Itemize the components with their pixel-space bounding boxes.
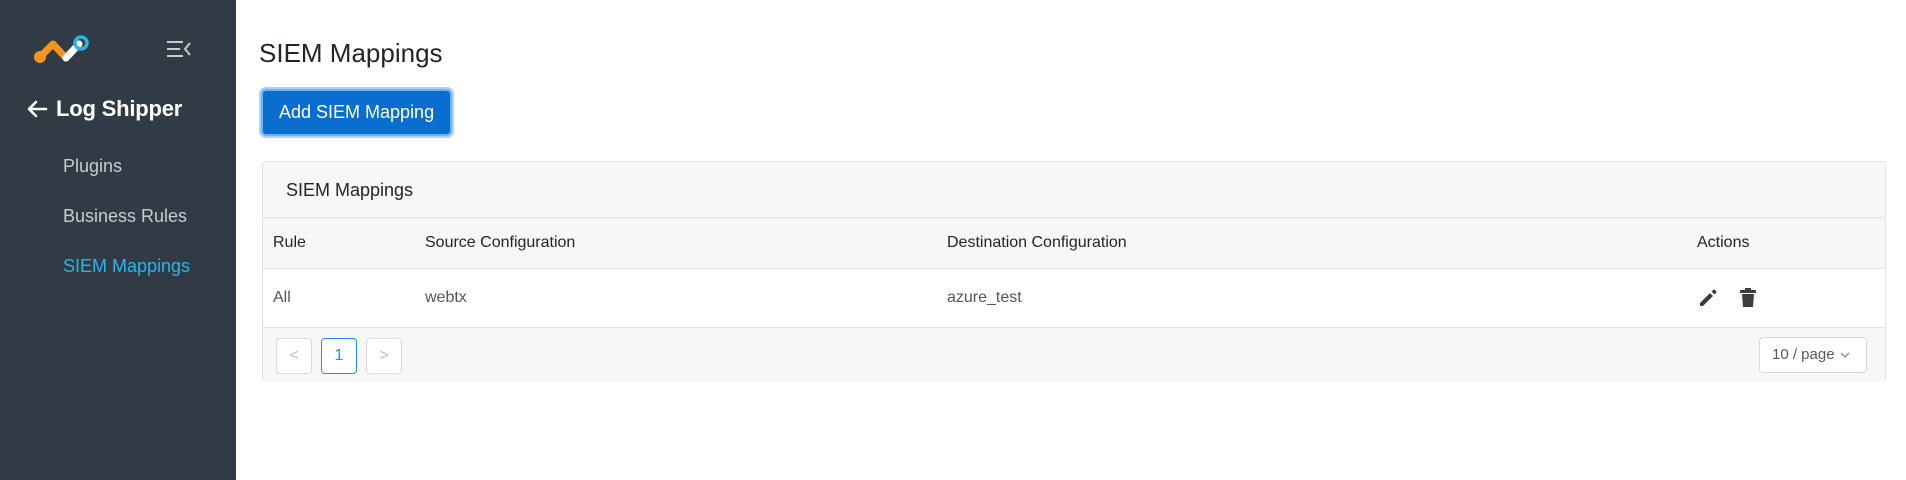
page-size-value: 10 / page — [1772, 346, 1835, 363]
row-actions — [1697, 269, 1885, 327]
cell-actions — [1687, 268, 1885, 328]
collapse-menu-icon[interactable] — [166, 38, 192, 60]
page-number-1[interactable]: 1 — [321, 337, 357, 374]
back-to-log-shipper[interactable]: Log Shipper — [26, 96, 182, 122]
page-title: SIEM Mappings — [259, 38, 443, 68]
sidebar-item-plugins[interactable]: Plugins — [0, 148, 236, 198]
edit-icon[interactable] — [1697, 287, 1719, 309]
column-header-destination[interactable]: Destination Configuration — [937, 218, 1687, 269]
prev-page-button[interactable]: < — [276, 337, 312, 374]
back-label: Log Shipper — [56, 96, 183, 121]
pagination: < 1 > 10 / page — [263, 327, 1885, 382]
main-content: SIEM Mappings Add SIEM Mapping SIEM Mapp… — [236, 0, 1906, 480]
app: Log Shipper Plugins Business Rules SIEM … — [0, 0, 1906, 480]
cell-rule: All — [263, 268, 415, 328]
logo-icon — [34, 35, 89, 63]
sidebar-nav: Plugins Business Rules SIEM Mappings — [0, 148, 236, 298]
card-title: SIEM Mappings — [263, 162, 1885, 218]
column-header-rule[interactable]: Rule — [263, 218, 415, 269]
add-siem-mapping-button[interactable]: Add SIEM Mapping — [261, 89, 453, 136]
cell-source: webtx — [415, 268, 937, 328]
sidebar-item-business-rules[interactable]: Business Rules — [0, 198, 236, 248]
cell-destination: azure_test — [937, 268, 1687, 328]
siem-mappings-card: SIEM Mappings Rule Source Configuration … — [262, 161, 1886, 382]
page-size-select[interactable]: 10 / page — [1759, 336, 1867, 373]
column-header-actions: Actions — [1687, 218, 1885, 269]
table-row: All webtx azure_test — [263, 268, 1885, 328]
sidebar: Log Shipper Plugins Business Rules SIEM … — [0, 0, 236, 480]
table-header-row: Rule Source Configuration Destination Co… — [263, 218, 1885, 269]
chevron-down-icon — [1840, 352, 1850, 358]
arrow-left-icon — [27, 100, 48, 118]
column-header-source[interactable]: Source Configuration — [415, 218, 937, 269]
next-page-button[interactable]: > — [366, 337, 402, 374]
sidebar-item-siem-mappings[interactable]: SIEM Mappings — [0, 248, 236, 298]
siem-mappings-table: Rule Source Configuration Destination Co… — [263, 218, 1885, 328]
trash-icon[interactable] — [1737, 287, 1759, 309]
